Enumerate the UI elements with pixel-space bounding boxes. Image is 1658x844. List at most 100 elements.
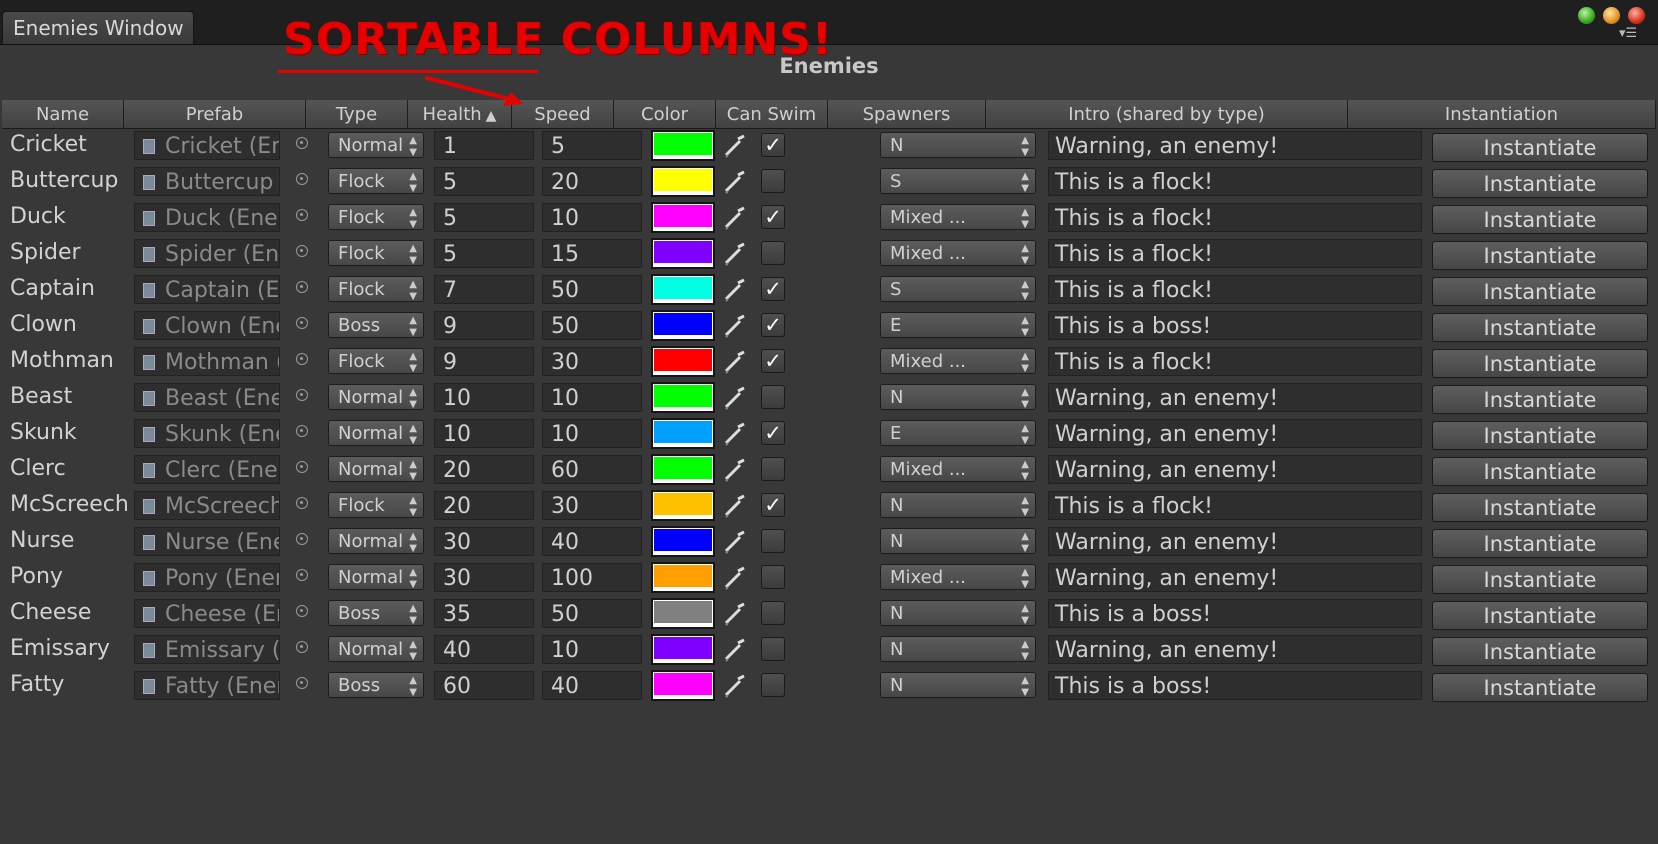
type-dropdown[interactable]: Normal ▲ ▼ (328, 384, 424, 410)
health-field[interactable]: 9 (434, 311, 534, 340)
speed-field[interactable]: 10 (542, 419, 642, 448)
type-dropdown[interactable]: Normal ▲ ▼ (328, 528, 424, 554)
health-field[interactable]: 35 (434, 599, 534, 628)
prefab-field[interactable]: Captain (Er (134, 275, 280, 304)
color-field[interactable] (651, 634, 715, 665)
column-header-prefab[interactable]: Prefab (124, 100, 306, 129)
type-dropdown[interactable]: Flock ▲ ▼ (328, 276, 424, 302)
type-dropdown[interactable]: Flock ▲ ▼ (328, 492, 424, 518)
instantiate-button[interactable]: Instantiate (1432, 133, 1648, 162)
instantiate-button[interactable]: Instantiate (1432, 637, 1648, 666)
spawners-dropdown[interactable]: E ▲ ▼ (880, 312, 1036, 338)
prefab-field[interactable]: Duck (Ener (134, 203, 280, 232)
object-picker-icon[interactable] (296, 533, 308, 545)
maximize-button[interactable] (1577, 6, 1596, 25)
type-dropdown[interactable]: Boss ▲ ▼ (328, 312, 424, 338)
object-picker-icon[interactable] (296, 389, 308, 401)
object-picker-icon[interactable] (296, 641, 308, 653)
can-swim-checkbox[interactable] (761, 529, 785, 553)
health-field[interactable]: 60 (434, 671, 534, 700)
health-field[interactable]: 30 (434, 527, 534, 556)
type-dropdown[interactable]: Normal ▲ ▼ (328, 420, 424, 446)
color-field[interactable] (651, 346, 715, 377)
speed-field[interactable]: 100 (542, 563, 642, 592)
spawners-dropdown[interactable]: Mixed ... ▲ ▼ (880, 456, 1036, 482)
instantiate-button[interactable]: Instantiate (1432, 529, 1648, 558)
can-swim-checkbox[interactable] (761, 241, 785, 265)
speed-field[interactable]: 5 (542, 131, 642, 160)
prefab-field[interactable]: Nurse (Ene (134, 527, 280, 556)
instantiate-button[interactable]: Instantiate (1432, 277, 1648, 306)
intro-field[interactable]: Warning, an enemy! (1048, 131, 1422, 160)
eyedropper-icon[interactable] (722, 421, 748, 451)
instantiate-button[interactable]: Instantiate (1432, 313, 1648, 342)
eyedropper-icon[interactable] (722, 205, 748, 235)
spawners-dropdown[interactable]: S ▲ ▼ (880, 168, 1036, 194)
type-dropdown[interactable]: Normal ▲ ▼ (328, 564, 424, 590)
intro-field[interactable]: This is a flock! (1048, 239, 1422, 268)
speed-field[interactable]: 30 (542, 347, 642, 376)
instantiate-button[interactable]: Instantiate (1432, 565, 1648, 594)
object-picker-icon[interactable] (296, 461, 308, 473)
intro-field[interactable]: Warning, an enemy! (1048, 635, 1422, 664)
color-field[interactable] (651, 274, 715, 305)
can-swim-checkbox[interactable] (761, 637, 785, 661)
spawners-dropdown[interactable]: S ▲ ▼ (880, 276, 1036, 302)
prefab-field[interactable]: Skunk (Ene (134, 419, 280, 448)
prefab-field[interactable]: Clown (Ene (134, 311, 280, 340)
intro-field[interactable]: Warning, an enemy! (1048, 455, 1422, 484)
instantiate-button[interactable]: Instantiate (1432, 457, 1648, 486)
intro-field[interactable]: Warning, an enemy! (1048, 563, 1422, 592)
eyedropper-icon[interactable] (722, 277, 748, 307)
type-dropdown[interactable]: Normal ▲ ▼ (328, 456, 424, 482)
speed-field[interactable]: 60 (542, 455, 642, 484)
column-header-name[interactable]: Name (2, 100, 124, 129)
color-field[interactable] (651, 598, 715, 629)
type-dropdown[interactable]: Flock ▲ ▼ (328, 348, 424, 374)
object-picker-icon[interactable] (296, 425, 308, 437)
health-field[interactable]: 10 (434, 419, 534, 448)
spawners-dropdown[interactable]: N ▲ ▼ (880, 672, 1036, 698)
health-field[interactable]: 9 (434, 347, 534, 376)
intro-field[interactable]: Warning, an enemy! (1048, 527, 1422, 556)
spawners-dropdown[interactable]: Mixed ... ▲ ▼ (880, 348, 1036, 374)
color-field[interactable] (651, 454, 715, 485)
eyedropper-icon[interactable] (722, 313, 748, 343)
can-swim-checkbox[interactable]: ✓ (761, 313, 785, 337)
can-swim-checkbox[interactable] (761, 565, 785, 589)
column-header-color[interactable]: Color (614, 100, 716, 129)
health-field[interactable]: 30 (434, 563, 534, 592)
prefab-field[interactable]: Pony (Ener (134, 563, 280, 592)
spawners-dropdown[interactable]: N ▲ ▼ (880, 600, 1036, 626)
speed-field[interactable]: 50 (542, 275, 642, 304)
can-swim-checkbox[interactable]: ✓ (761, 205, 785, 229)
can-swim-checkbox[interactable] (761, 385, 785, 409)
can-swim-checkbox[interactable]: ✓ (761, 277, 785, 301)
prefab-field[interactable]: Emissary ( (134, 635, 280, 664)
color-field[interactable] (651, 238, 715, 269)
color-field[interactable] (651, 562, 715, 593)
type-dropdown[interactable]: Flock ▲ ▼ (328, 204, 424, 230)
can-swim-checkbox[interactable]: ✓ (761, 133, 785, 157)
object-picker-icon[interactable] (296, 245, 308, 257)
instantiate-button[interactable]: Instantiate (1432, 241, 1648, 270)
eyedropper-icon[interactable] (722, 385, 748, 415)
spawners-dropdown[interactable]: N ▲ ▼ (880, 636, 1036, 662)
column-header-instantiation[interactable]: Instantiation (1348, 100, 1656, 129)
color-field[interactable] (651, 166, 715, 197)
instantiate-button[interactable]: Instantiate (1432, 385, 1648, 414)
health-field[interactable]: 7 (434, 275, 534, 304)
eyedropper-icon[interactable] (722, 457, 748, 487)
object-picker-icon[interactable] (296, 605, 308, 617)
speed-field[interactable]: 10 (542, 635, 642, 664)
instantiate-button[interactable]: Instantiate (1432, 673, 1648, 702)
instantiate-button[interactable]: Instantiate (1432, 601, 1648, 630)
spawners-dropdown[interactable]: N ▲ ▼ (880, 528, 1036, 554)
column-header-spawners[interactable]: Spawners (828, 100, 986, 129)
object-picker-icon[interactable] (296, 569, 308, 581)
eyedropper-icon[interactable] (722, 601, 748, 631)
intro-field[interactable]: This is a flock! (1048, 203, 1422, 232)
window-menu-icon[interactable]: ▾☰ (1619, 27, 1637, 40)
instantiate-button[interactable]: Instantiate (1432, 205, 1648, 234)
instantiate-button[interactable]: Instantiate (1432, 169, 1648, 198)
